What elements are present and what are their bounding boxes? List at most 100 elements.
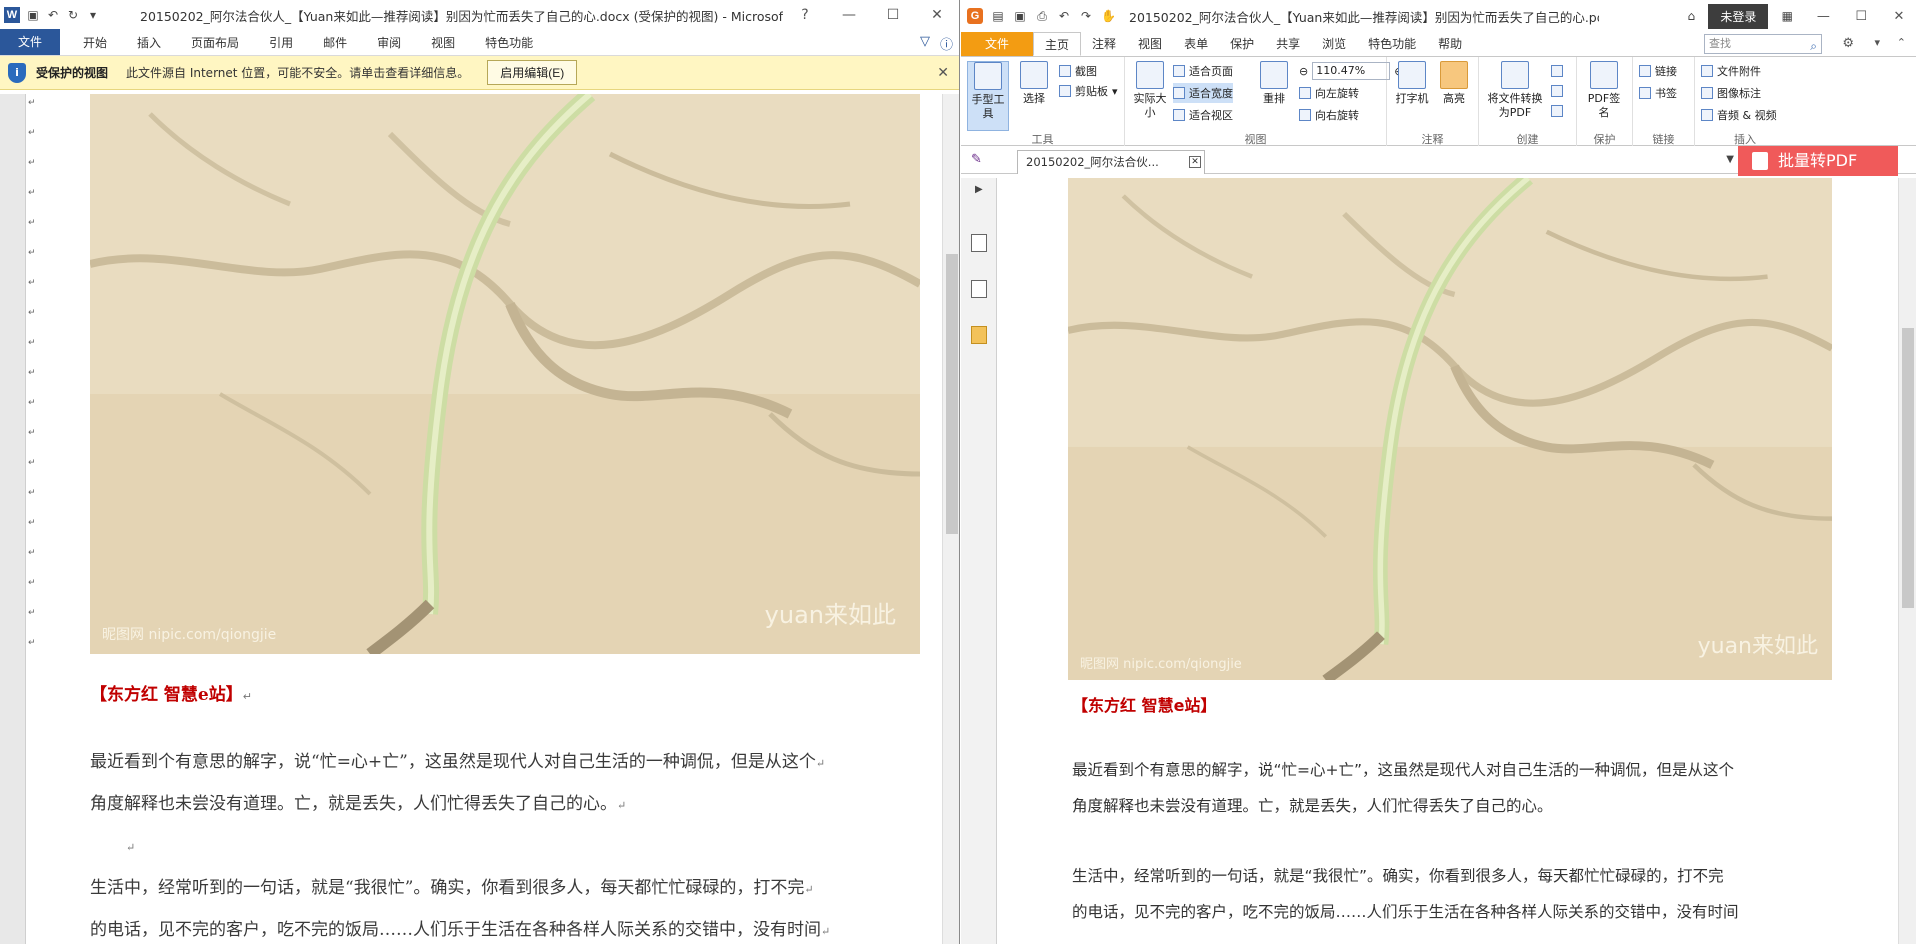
audio-video-button[interactable]: 音频 & 视频 xyxy=(1701,105,1777,125)
fit-page-button[interactable]: 适合页面 xyxy=(1173,61,1233,81)
actual-size-button[interactable]: 实际大小 xyxy=(1129,61,1171,120)
fit-width-icon xyxy=(1173,87,1185,99)
word-page: 昵图网 nipic.com/qiongjie yuan来如此 【东方红 智慧e站… xyxy=(42,94,942,944)
bookmark-button[interactable]: 书签 xyxy=(1639,83,1677,103)
skin-icon[interactable]: ⌂ xyxy=(1684,9,1698,23)
select-button[interactable]: 选择 xyxy=(1013,61,1055,106)
open-icon[interactable]: ▤ xyxy=(991,9,1005,23)
convert-to-pdf-button[interactable]: 将文件转换为PDF xyxy=(1483,61,1547,120)
document-tab[interactable]: 20150202_阿尔法合伙... ✕ xyxy=(1017,150,1205,174)
search-input[interactable]: 查找 ⌕ xyxy=(1704,34,1822,54)
tab-page-layout[interactable]: 页面布局 xyxy=(176,31,254,55)
tab-special-features[interactable]: 特色功能 xyxy=(1357,32,1427,56)
rotate-right-button[interactable]: 向右旋转 xyxy=(1299,105,1359,125)
save-icon[interactable]: ▣ xyxy=(1013,9,1027,23)
highlight-button[interactable]: 高亮 xyxy=(1433,61,1475,106)
image-annotation-button[interactable]: 图像标注 xyxy=(1701,83,1761,103)
tab-view[interactable]: 视图 xyxy=(416,31,470,55)
help-icon[interactable]: ? xyxy=(783,0,827,30)
doc-text-line: 生活中，经常听到的一句话，就是“我很忙”。确实，你看到很多人，每天都忙忙碌碌的，… xyxy=(90,878,805,898)
tab-help[interactable]: 帮助 xyxy=(1427,32,1473,56)
tab-view[interactable]: 视图 xyxy=(1127,32,1173,56)
fit-visible-button[interactable]: 适合视区 xyxy=(1173,105,1233,125)
reflow-button[interactable]: 重排 xyxy=(1253,61,1295,106)
layout-grid-icon[interactable]: ▦ xyxy=(1780,9,1794,23)
undo-icon[interactable]: ↶ xyxy=(46,8,60,22)
save-icon[interactable]: ▣ xyxy=(26,8,40,22)
paragraph-mark: ↵ xyxy=(28,98,36,108)
pdf-sign-button[interactable]: PDF签名 xyxy=(1583,61,1625,120)
settings-dropdown-icon[interactable]: ▾ xyxy=(1874,36,1880,49)
rotate-left-button[interactable]: 向左旋转 xyxy=(1299,83,1359,103)
tab-list-dropdown-icon[interactable]: ▼ xyxy=(1726,154,1734,165)
maximize-button[interactable]: ☐ xyxy=(1844,9,1878,24)
tab-file[interactable]: 文件 xyxy=(0,29,61,55)
enable-editing-button[interactable]: 启用编辑(E) xyxy=(487,60,578,85)
bookmarks-panel-icon[interactable] xyxy=(971,234,987,252)
tab-special-features[interactable]: 特色功能 xyxy=(470,31,548,55)
protected-bar-close-icon[interactable]: ✕ xyxy=(937,65,949,81)
minimize-button[interactable]: — xyxy=(1806,9,1840,24)
tab-menu-icon[interactable]: ✎ xyxy=(971,152,982,167)
pages-panel-icon[interactable] xyxy=(971,280,987,298)
batch-convert-pdf-button[interactable]: 批量转PDF xyxy=(1738,146,1898,176)
maximize-button[interactable]: ☐ xyxy=(871,0,915,30)
paragraph-mark: ↵ xyxy=(804,883,814,896)
doc-paragraph-1: 最近看到个有意思的解字，说“忙=心+亡”，这虽然是现代人对自己生活的一种调侃，但… xyxy=(90,742,940,944)
tab-review[interactable]: 审阅 xyxy=(362,31,416,55)
tab-browse[interactable]: 浏览 xyxy=(1311,32,1357,56)
file-attachment-button[interactable]: 文件附件 xyxy=(1701,61,1761,81)
create-option-3[interactable] xyxy=(1551,101,1563,121)
screenshot-button[interactable]: 截图 xyxy=(1059,61,1097,81)
pdf-scroll-thumb[interactable] xyxy=(1902,328,1914,608)
select-label: 选择 xyxy=(1023,92,1045,105)
close-button[interactable]: ✕ xyxy=(915,0,959,30)
word-scroll-thumb[interactable] xyxy=(946,254,958,534)
tab-close-icon[interactable]: ✕ xyxy=(1189,156,1201,168)
create-option-2[interactable] xyxy=(1551,81,1563,101)
undo-icon[interactable]: ↶ xyxy=(1057,9,1071,23)
doc-text-line: 的电话，见不完的客户，吃不完的饭局……人们乐于生活在各种各样人际关系的交错中，没… xyxy=(90,920,821,940)
settings-gear-icon[interactable]: ⚙ xyxy=(1842,36,1854,51)
tab-home[interactable]: 主页 xyxy=(1033,32,1082,56)
search-icon[interactable]: ⌕ xyxy=(1810,37,1817,55)
paragraph-mark: ↵ xyxy=(28,278,36,288)
protected-view-message[interactable]: 此文件源自 Internet 位置，可能不安全。请单击查看详细信息。 xyxy=(126,64,469,81)
ribbon-expand-icon[interactable]: ▽ xyxy=(920,34,930,53)
select-cursor-icon xyxy=(1020,61,1048,89)
tab-form[interactable]: 表单 xyxy=(1173,32,1219,56)
print-icon[interactable]: ⎙ xyxy=(1035,9,1049,23)
expand-panel-icon[interactable]: ▶ xyxy=(975,184,983,195)
hand-tool-button[interactable]: 手型工具 xyxy=(967,61,1009,131)
fit-width-button[interactable]: 适合宽度 xyxy=(1173,83,1233,103)
zoom-out-icon[interactable]: ⊖ xyxy=(1299,65,1308,78)
tab-references[interactable]: 引用 xyxy=(254,31,308,55)
create-option-1[interactable] xyxy=(1551,61,1563,81)
link-button[interactable]: 链接 xyxy=(1639,61,1677,81)
customize-qat-icon[interactable]: ▾ xyxy=(86,8,100,22)
word-ribbon-tabs: 文件 开始 插入 页面布局 引用 邮件 审阅 视图 特色功能 ▽ ⓘ xyxy=(0,29,959,56)
image-watermark-right: yuan来如此 xyxy=(764,601,896,629)
pdf-vertical-scrollbar[interactable] xyxy=(1898,178,1916,944)
image-icon xyxy=(1701,87,1713,99)
ribbon-collapse-icon[interactable]: ⌃ xyxy=(1897,36,1906,49)
tab-home[interactable]: 开始 xyxy=(68,31,122,55)
tab-mailings[interactable]: 邮件 xyxy=(308,31,362,55)
tab-insert[interactable]: 插入 xyxy=(122,31,176,55)
login-button[interactable]: 未登录 xyxy=(1708,3,1769,29)
help-circle-icon[interactable]: ⓘ xyxy=(940,34,953,53)
word-vertical-scrollbar[interactable] xyxy=(942,94,959,944)
hand-icon[interactable]: ✋ xyxy=(1101,9,1116,23)
minimize-button[interactable]: — xyxy=(827,0,871,30)
close-button[interactable]: ✕ xyxy=(1882,9,1916,24)
redo-icon[interactable]: ↻ xyxy=(66,8,80,22)
zoom-input[interactable]: 110.47% xyxy=(1312,62,1391,80)
comments-panel-icon[interactable] xyxy=(971,326,987,344)
tab-file[interactable]: 文件 xyxy=(961,32,1034,56)
tab-comment[interactable]: 注释 xyxy=(1081,32,1127,56)
clipboard-button[interactable]: 剪贴板 ▾ xyxy=(1059,81,1118,101)
tab-share[interactable]: 共享 xyxy=(1265,32,1311,56)
redo-icon[interactable]: ↷ xyxy=(1079,9,1093,23)
typewriter-button[interactable]: 打字机 xyxy=(1391,61,1433,106)
tab-protect[interactable]: 保护 xyxy=(1219,32,1265,56)
